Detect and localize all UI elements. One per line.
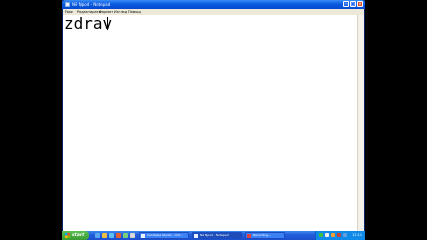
notepad-icon <box>194 234 198 238</box>
editor-content: zdrav <box>64 14 113 33</box>
taskbar: start Camtasia Studio - Unt... Nē Ņpod -… <box>62 231 365 240</box>
clock[interactable]: 12:11 <box>352 231 362 240</box>
tray-language-icon[interactable] <box>343 233 347 237</box>
tray-recorder-icon[interactable] <box>337 233 341 237</box>
quicklaunch-ie-icon[interactable] <box>109 233 114 238</box>
quicklaunch-misc-icon[interactable] <box>130 233 135 238</box>
quicklaunch-desktop-icon[interactable] <box>95 233 100 238</box>
taskbar-button-label: Camtasia Studio - Unt... <box>147 233 183 237</box>
windows-logo-icon <box>65 233 70 238</box>
taskbar-button-label: Recording... <box>253 233 271 237</box>
window-title: Nē Ņpod - Notepad <box>72 2 111 7</box>
quicklaunch-app-icon[interactable] <box>123 233 128 238</box>
close-button[interactable]: × <box>357 1 363 7</box>
vertical-scrollbar[interactable] <box>357 15 364 231</box>
start-label: start <box>72 233 85 238</box>
camtasia-icon <box>141 234 145 238</box>
title-bar[interactable]: Nē Ņpod - Notepad – □ × <box>62 0 365 9</box>
recording-icon <box>247 234 251 238</box>
text-editor-area[interactable]: zdrav <box>63 15 357 231</box>
taskbar-button-notepad[interactable]: Nē Ņpod - Notepad <box>192 232 242 239</box>
taskbar-button-recording[interactable]: Recording... <box>245 232 285 239</box>
notepad-app-icon <box>65 2 70 7</box>
start-button[interactable]: start <box>62 231 89 240</box>
quicklaunch-media-icon[interactable] <box>116 233 121 238</box>
tray-network-icon[interactable] <box>319 233 323 237</box>
system-tray: 12:11 <box>315 231 365 240</box>
tray-volume-icon[interactable] <box>325 233 329 237</box>
taskbar-button-label: Nē Ņpod - Notepad <box>200 233 229 237</box>
text-caret <box>107 17 108 30</box>
taskbar-button-camtasia[interactable]: Camtasia Studio - Unt... <box>139 232 189 239</box>
minimize-button[interactable]: – <box>343 1 349 7</box>
tray-security-icon[interactable] <box>331 233 335 237</box>
maximize-button[interactable]: □ <box>350 1 356 7</box>
notepad-window: Nē Ņpod - Notepad – □ × Fase Редактирате… <box>62 0 365 231</box>
quicklaunch-explorer-icon[interactable] <box>102 233 107 238</box>
